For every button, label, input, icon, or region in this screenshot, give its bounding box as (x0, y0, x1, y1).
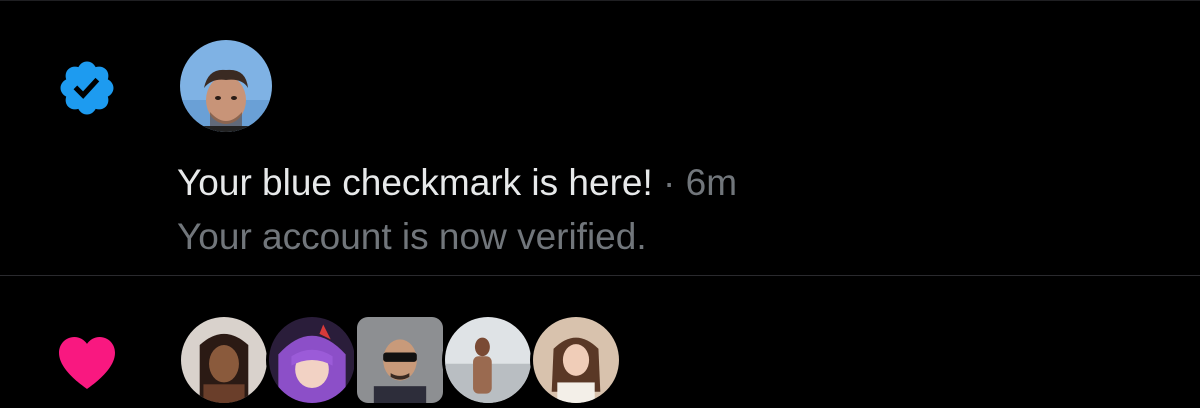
avatar[interactable] (442, 314, 534, 406)
notification-verified[interactable]: Your blue checkmark is here! · 6m Your a… (0, 1, 1200, 275)
notification-likes[interactable] (0, 276, 1200, 406)
notification-body: Your account is now verified. (177, 216, 647, 257)
timestamp: 6m (685, 162, 738, 203)
avatar[interactable] (354, 314, 446, 406)
separator-dot: · (663, 162, 676, 203)
avatar[interactable] (266, 314, 358, 406)
notification-title: Your blue checkmark is here! (177, 162, 653, 203)
avatar[interactable] (178, 314, 270, 406)
heart-icon (56, 334, 118, 390)
liker-avatars (178, 314, 638, 408)
notification-title-line: Your blue checkmark is here! · 6m (177, 159, 1157, 207)
verified-badge-icon (56, 57, 118, 119)
notification-text: Your blue checkmark is here! · 6m Your a… (177, 159, 1157, 261)
avatar[interactable] (530, 314, 622, 406)
avatar[interactable] (180, 40, 272, 132)
